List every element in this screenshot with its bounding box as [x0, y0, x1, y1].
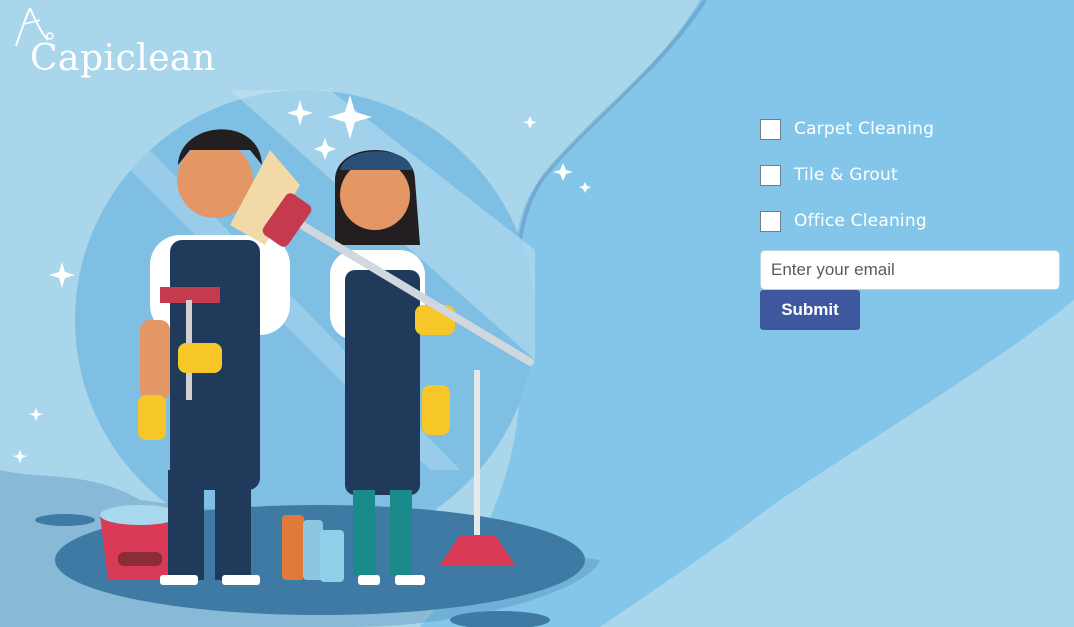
service-signup-form: Carpet Cleaning Tile & Grout Office Clea…: [760, 112, 1060, 330]
option-tile-grout[interactable]: Tile & Grout: [760, 158, 1060, 192]
option-office-cleaning[interactable]: Office Cleaning: [760, 204, 1060, 238]
brand-logo[interactable]: Capiclean: [14, 4, 215, 84]
option-label: Carpet Cleaning: [794, 119, 935, 139]
option-carpet-cleaning[interactable]: Carpet Cleaning: [760, 112, 1060, 146]
option-label: Tile & Grout: [794, 165, 898, 185]
submit-button[interactable]: Submit: [760, 290, 860, 330]
email-field[interactable]: [760, 250, 1060, 290]
office-cleaning-checkbox[interactable]: [760, 210, 781, 232]
tile-grout-checkbox[interactable]: [760, 164, 781, 186]
brand-name: Capiclean: [30, 38, 216, 79]
option-label: Office Cleaning: [794, 211, 927, 231]
carpet-cleaning-checkbox[interactable]: [760, 118, 781, 140]
